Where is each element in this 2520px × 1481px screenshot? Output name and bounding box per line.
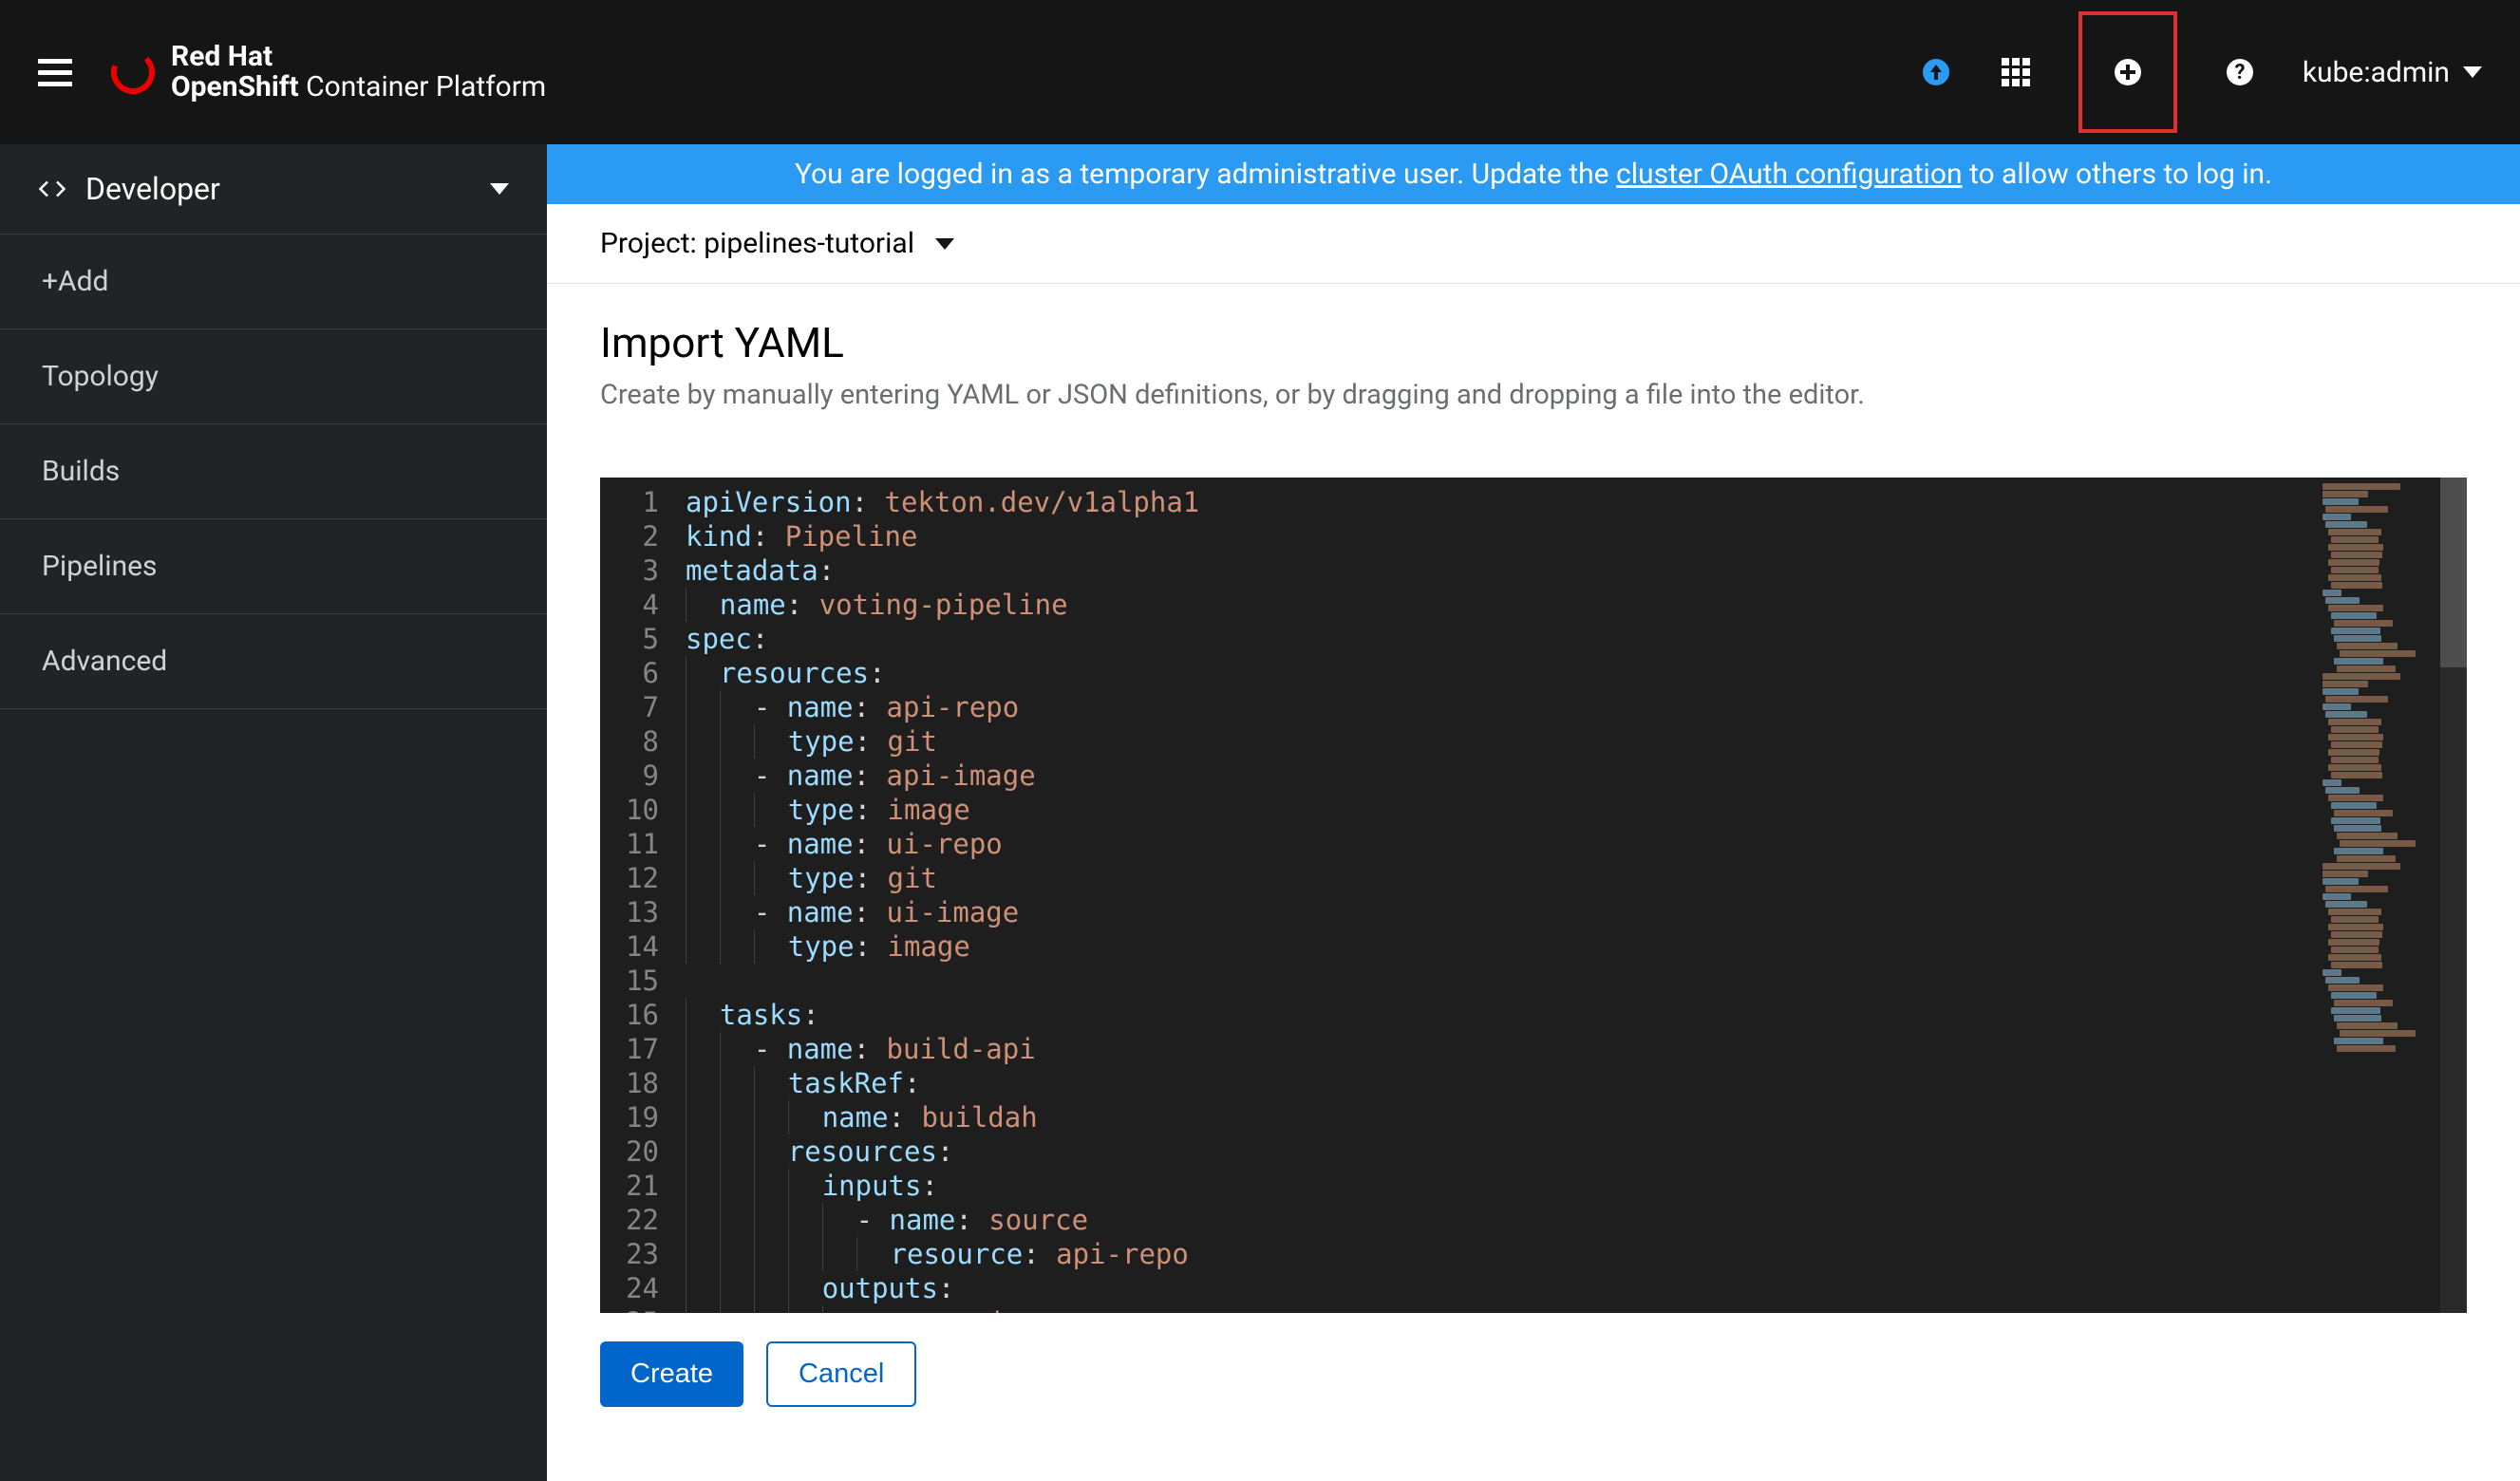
- update-available-icon[interactable]: [1919, 55, 1953, 89]
- banner-suffix: to allow others to log in.: [1963, 158, 2273, 191]
- user-menu[interactable]: kube:admin: [2303, 56, 2482, 89]
- editor-scrollbar[interactable]: [2440, 478, 2467, 1313]
- user-menu-label: kube:admin: [2303, 56, 2450, 89]
- masthead-right: ? kube:admin: [1919, 11, 2482, 133]
- sidebar-item-topology[interactable]: Topology: [0, 329, 547, 424]
- masthead-left: Red Hat OpenShift Container Platform: [38, 43, 546, 103]
- editor-gutter: 1234567891011121314151617181920212223242…: [600, 478, 676, 1313]
- nav-toggle-button[interactable]: [38, 59, 72, 86]
- main-content: You are logged in as a temporary adminis…: [547, 144, 2520, 1481]
- perspective-switcher[interactable]: Developer: [0, 144, 547, 234]
- footer-actions: Create Cancel: [547, 1313, 2520, 1435]
- help-icon[interactable]: ?: [2223, 55, 2257, 89]
- brand-text: Red Hat OpenShift Container Platform: [171, 43, 546, 103]
- sidebar: Developer +AddTopologyBuildsPipelinesAdv…: [0, 144, 547, 1481]
- brand-line2: OpenShift Container Platform: [171, 71, 546, 103]
- caret-down-icon: [935, 238, 954, 250]
- brand-line1: Red Hat: [171, 43, 546, 71]
- page-title: Import YAML: [600, 318, 2467, 367]
- create-button[interactable]: Create: [600, 1341, 743, 1407]
- masthead: Red Hat OpenShift Container Platform ? k…: [0, 0, 2520, 144]
- project-selector[interactable]: Project: pipelines-tutorial: [547, 204, 2520, 284]
- banner-link[interactable]: cluster OAuth configuration: [1616, 158, 1962, 191]
- code-icon: [38, 175, 66, 203]
- sidebar-item-pipelines[interactable]: Pipelines: [0, 519, 547, 614]
- editor-minimap[interactable]: [2317, 478, 2440, 1313]
- import-yaml-highlight: [2078, 11, 2177, 133]
- sidebar-item-add[interactable]: +Add: [0, 234, 547, 329]
- app-launcher-icon[interactable]: [1999, 55, 2033, 89]
- yaml-editor[interactable]: 1234567891011121314151617181920212223242…: [600, 478, 2467, 1313]
- caret-down-icon: [490, 183, 509, 195]
- caret-down-icon: [2463, 66, 2482, 78]
- login-banner: You are logged in as a temporary adminis…: [547, 144, 2520, 204]
- svg-text:?: ?: [2234, 61, 2245, 84]
- page-header: Import YAML Create by manually entering …: [547, 284, 2520, 421]
- sidebar-item-advanced[interactable]: Advanced: [0, 614, 547, 709]
- perspective-label: Developer: [85, 171, 220, 207]
- banner-prefix: You are logged in as a temporary adminis…: [795, 158, 1616, 191]
- redhat-logo-icon: [110, 49, 156, 95]
- page-description: Create by manually entering YAML or JSON…: [600, 379, 2467, 411]
- sidebar-item-builds[interactable]: Builds: [0, 424, 547, 519]
- brand[interactable]: Red Hat OpenShift Container Platform: [110, 43, 546, 103]
- scroll-thumb[interactable]: [2440, 478, 2467, 667]
- import-yaml-button[interactable]: [2111, 55, 2145, 89]
- cancel-button[interactable]: Cancel: [766, 1341, 916, 1407]
- editor-code-area[interactable]: apiVersion: tekton.dev/v1alpha1kind: Pip…: [676, 478, 2317, 1313]
